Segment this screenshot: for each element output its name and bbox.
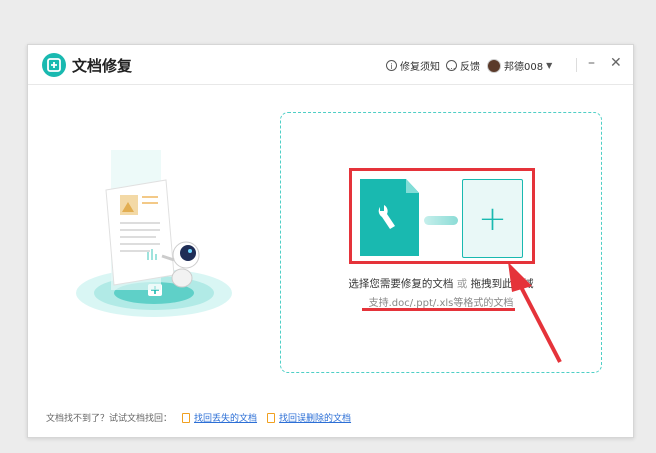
annotation-arrow bbox=[508, 262, 562, 363]
